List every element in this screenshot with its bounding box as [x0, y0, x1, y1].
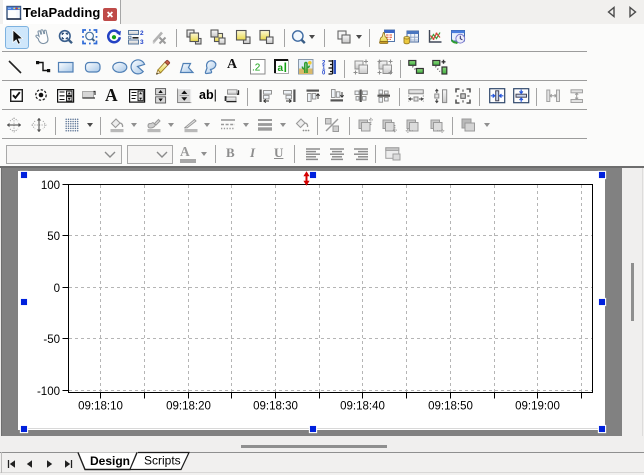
- svg-text:100: 100: [41, 180, 60, 192]
- svg-text:0: 0: [54, 283, 60, 295]
- svg-text:09:18:40: 09:18:40: [340, 401, 385, 413]
- svg-text:-100: -100: [37, 386, 60, 398]
- svg-text:09:19:00: 09:19:00: [515, 401, 560, 413]
- svg-text:-50: -50: [43, 334, 60, 346]
- svg-text:09:18:10: 09:18:10: [78, 401, 123, 413]
- svg-text:Scripts: Scripts: [144, 454, 181, 468]
- svg-text:50: 50: [47, 231, 60, 243]
- svg-text:09:18:20: 09:18:20: [166, 401, 211, 413]
- svg-text:3: 3: [140, 39, 144, 46]
- svg-text:a: a: [278, 63, 284, 74]
- svg-text:09:18:30: 09:18:30: [253, 401, 298, 413]
- svg-text:09:18:50: 09:18:50: [428, 401, 473, 413]
- svg-text:Design: Design: [90, 454, 130, 468]
- svg-text:2: 2: [140, 30, 144, 37]
- svg-text:.2: .2: [252, 63, 261, 74]
